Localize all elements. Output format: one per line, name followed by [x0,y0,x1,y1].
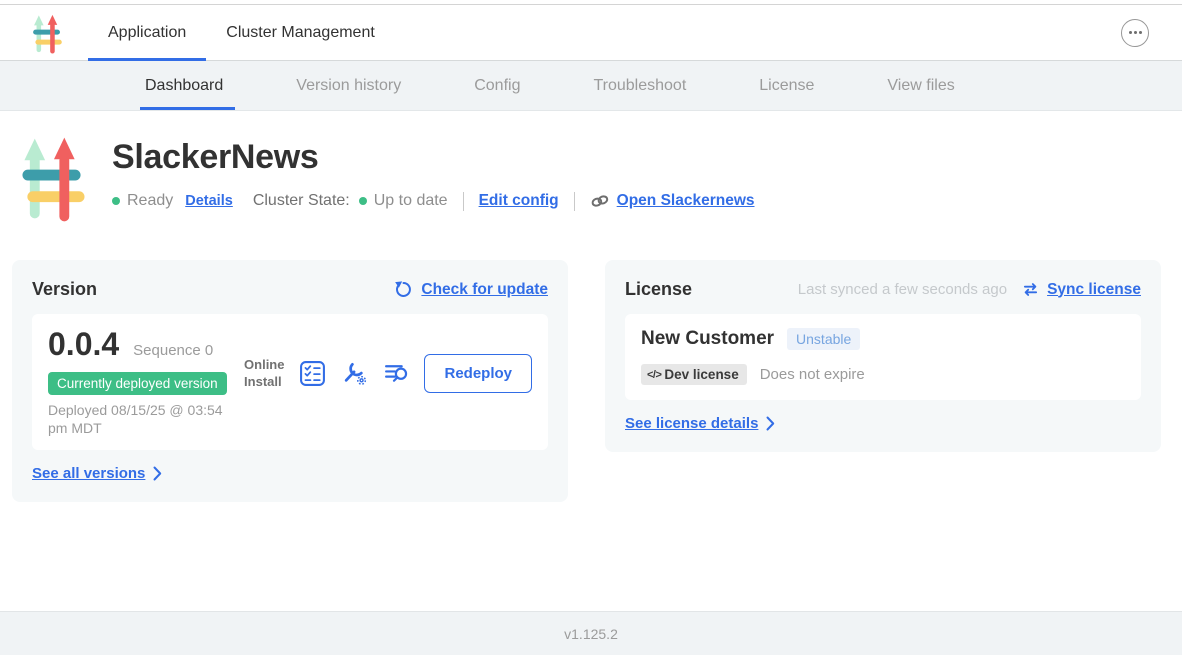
divider [574,192,575,211]
version-card-header: Version Check for update [32,279,548,300]
version-info: 0.0.4 Sequence 0 Currently deployed vers… [48,326,244,437]
license-card: License Last synced a few seconds ago [605,260,1161,452]
version-card: Version Check for update 0.0.4 Sequ [12,260,568,502]
edit-config-link[interactable]: Edit config [479,192,559,210]
tab-config-label: Config [474,77,520,95]
top-nav-tabs: Application Cluster Management [88,5,395,60]
sync-license-label: Sync license [1047,281,1141,299]
check-for-update-label: Check for update [421,281,548,299]
app-status-text: Ready [127,192,173,210]
app-logo-icon-large [20,134,85,227]
channel-badge: Unstable [787,328,860,350]
deployed-status-badge: Currently deployed version [48,372,227,395]
deployed-timestamp: Deployed 08/15/25 @ 03:54 pm MDT [48,402,244,437]
page-title: SlackerNews [112,138,755,177]
cluster-state-label: Cluster State: [253,192,350,210]
app-header-text: SlackerNews Ready Details Cluster State:… [112,134,755,227]
version-number: 0.0.4 [48,326,119,363]
cluster-state-value: Up to date [374,192,448,210]
tab-troubleshoot[interactable]: Troubleshoot [593,61,686,110]
app-footer: v1.125.2 [0,611,1182,655]
tab-application-label: Application [108,24,186,42]
app-status-row: Ready Details Cluster State: Up to date … [112,191,755,211]
tab-license[interactable]: License [759,61,814,110]
check-for-update[interactable]: Check for update [394,280,548,299]
see-all-versions-link[interactable]: See all versions [32,465,548,482]
tab-version-history[interactable]: Version history [296,61,401,110]
open-app-link[interactable]: Open Slackernews [590,191,755,211]
license-card-header: License Last synced a few seconds ago [625,279,1141,300]
view-logs-icon[interactable] [383,360,410,387]
install-type-label: Online Install [244,357,284,390]
config-wrench-icon[interactable] [341,360,368,387]
sync-arrows-icon [1021,281,1040,298]
last-synced-text: Last synced a few seconds ago [798,281,1007,298]
license-type-label: Dev license [664,367,738,382]
top-nav: Application Cluster Management [0,5,1182,61]
chevron-right-icon [153,466,162,481]
customer-name: New Customer [641,328,774,350]
version-actions: Online Install [244,354,532,393]
more-menu-button[interactable] [1121,19,1149,47]
divider [463,192,464,211]
app-sub-nav: Dashboard Version history Config Trouble… [0,61,1182,111]
status-details-link[interactable]: Details [185,193,233,209]
console-version: v1.125.2 [564,626,618,642]
license-expiry: Does not expire [760,366,865,383]
redeploy-button[interactable]: Redeploy [424,354,532,393]
sync-license[interactable]: Sync license [1021,281,1141,299]
customer-row: New Customer Unstable [641,328,1125,350]
license-meta-row: </> Dev license Does not expire [641,364,1125,385]
tab-dashboard[interactable]: Dashboard [145,61,223,110]
link-icon [590,191,610,211]
preflight-checks-icon[interactable] [299,360,326,387]
dashboard-cards: Version Check for update 0.0.4 Sequ [12,260,1170,502]
cluster-state-dot [359,197,367,205]
tab-view-files[interactable]: View files [887,61,954,110]
tab-view-files-label: View files [887,77,954,95]
version-line: 0.0.4 Sequence 0 [48,326,244,363]
version-card-title: Version [32,279,97,300]
install-type-line1: Online [244,357,284,373]
license-details-box: New Customer Unstable </> Dev license Do… [625,314,1141,400]
tab-config[interactable]: Config [474,61,520,110]
app-header: SlackerNews Ready Details Cluster State:… [20,134,1182,227]
see-license-details-link[interactable]: See license details [625,415,1141,432]
app-status-dot [112,197,120,205]
chevron-right-icon [766,416,775,431]
code-icon: </> [647,369,661,381]
install-type-line2: Install [244,374,284,390]
main-content: SlackerNews Ready Details Cluster State:… [0,111,1182,611]
tab-cluster-management-label: Cluster Management [226,24,375,42]
tab-application[interactable]: Application [88,5,206,60]
tab-dashboard-label: Dashboard [145,77,223,95]
license-type-badge: </> Dev license [641,364,747,385]
current-version-box: 0.0.4 Sequence 0 Currently deployed vers… [32,314,548,450]
tab-version-history-label: Version history [296,77,401,95]
open-app-link-label: Open Slackernews [617,192,755,210]
see-all-versions-label: See all versions [32,465,145,482]
tab-license-label: License [759,77,814,95]
license-card-title: License [625,279,692,300]
app-logo-icon-small [32,13,62,54]
ellipsis-icon [1134,31,1137,34]
refresh-icon [394,280,413,299]
tab-cluster-management[interactable]: Cluster Management [206,5,395,60]
sequence-label: Sequence 0 [133,342,213,359]
tab-troubleshoot-label: Troubleshoot [593,77,686,95]
license-header-right: Last synced a few seconds ago Sync licen… [798,281,1141,299]
see-license-details-label: See license details [625,415,758,432]
